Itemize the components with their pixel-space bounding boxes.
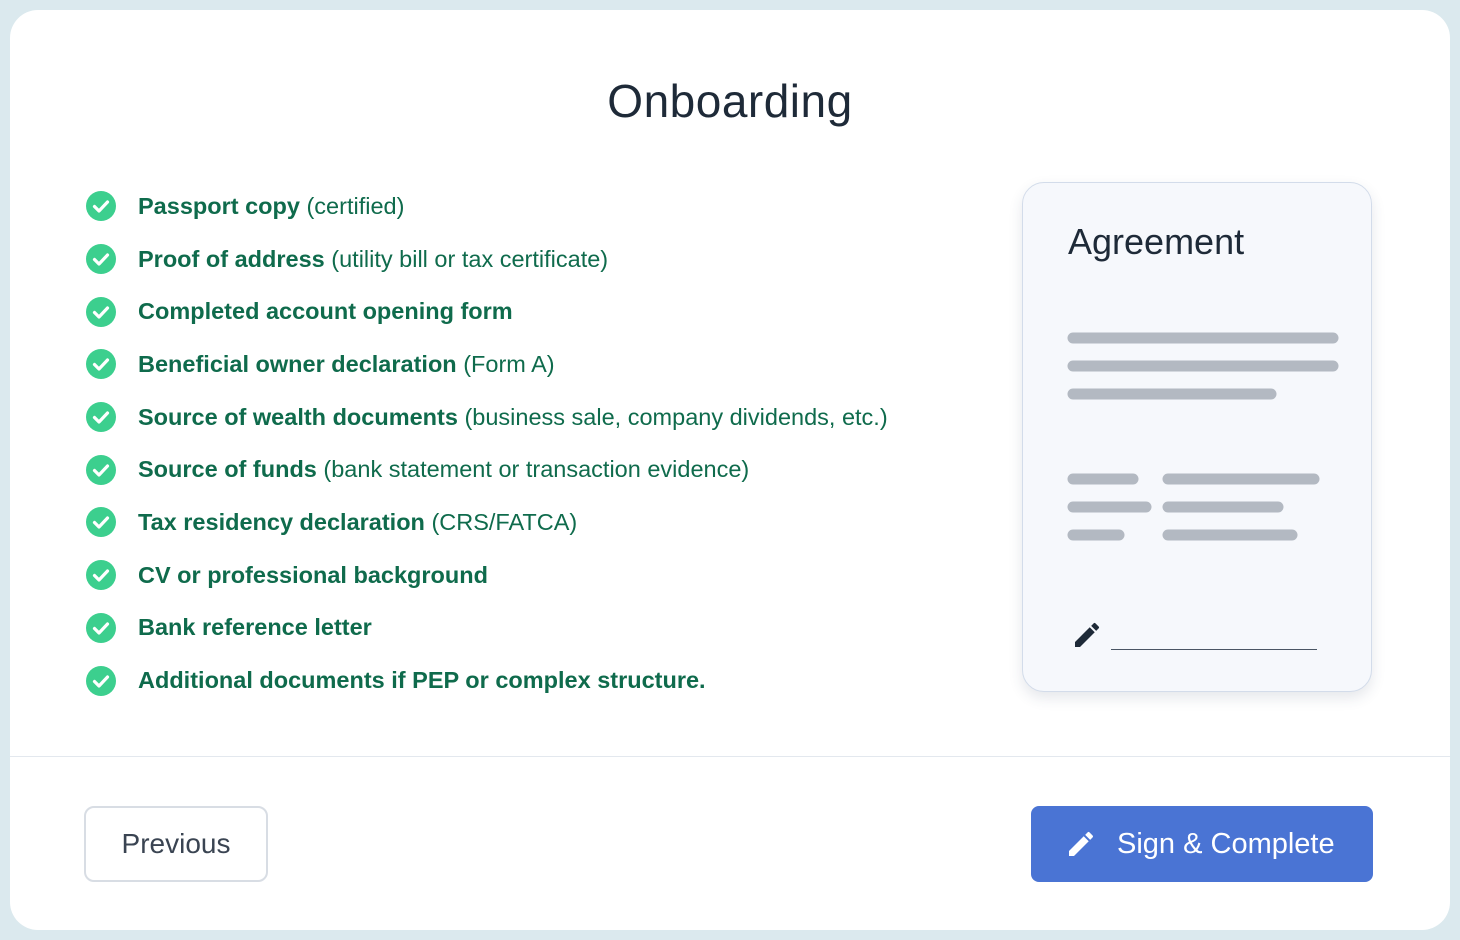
agreement-placeholder-lines (1067, 332, 1339, 541)
checklist-item-label: Completed account opening form (138, 298, 513, 325)
checklist-item-label: Tax residency declaration (138, 508, 425, 535)
checklist-item-label: Source of funds (138, 456, 317, 483)
signature-line[interactable] (1111, 649, 1317, 650)
check-circle-icon (86, 507, 116, 538)
check-circle-icon (86, 191, 116, 222)
agreement-preview: Agreement (1022, 182, 1372, 692)
check-circle-icon (86, 665, 116, 696)
checklist-item-note: (business sale, company dividends, etc.) (464, 403, 888, 430)
checklist-item-note: (certified) (306, 192, 405, 219)
checklist-item: Additional documents if PEP or complex s… (86, 654, 888, 707)
check-circle-icon (86, 560, 116, 591)
checklist-item-note: (bank statement or transaction evidence) (323, 456, 750, 483)
checklist-item: Source of wealth documents (business sal… (86, 391, 888, 444)
checklist-item-label: CV or professional background (138, 561, 488, 588)
checklist-item-label: Additional documents if PEP or complex s… (138, 667, 706, 694)
check-circle-icon (86, 402, 116, 433)
checklist-item-note: (utility bill or tax certificate) (331, 245, 609, 272)
check-circle-icon (86, 349, 116, 380)
pencil-icon (1075, 622, 1100, 647)
pencil-icon (1069, 831, 1094, 856)
check-circle-icon (86, 244, 116, 275)
check-circle-icon (86, 454, 116, 485)
previous-button[interactable]: Previous (84, 806, 268, 882)
page-title: Onboarding (607, 75, 853, 127)
check-circle-icon (86, 612, 116, 643)
checklist-item-note: (Form A) (463, 350, 555, 377)
checklist-item-label: Source of wealth documents (138, 403, 458, 430)
checklist-item-label: Bank reference letter (138, 614, 372, 641)
checklist-item: Passport copy (certified) (86, 180, 888, 233)
checklist-item-note: (CRS/FATCA) (431, 508, 578, 535)
footer-divider (10, 756, 1450, 757)
checklist-item: CV or professional background (86, 549, 888, 602)
checklist-item-label: Passport copy (138, 192, 300, 219)
sign-complete-button[interactable]: Sign & Complete (1031, 806, 1373, 882)
sign-complete-label: Sign & Complete (1117, 827, 1335, 860)
checklist-item: Beneficial owner declaration (Form A) (86, 338, 888, 391)
checklist-item: Source of funds (bank statement or trans… (86, 443, 888, 496)
document-checklist: Passport copy (certified) Proof of addre… (86, 180, 888, 707)
checklist-item: Tax residency declaration (CRS/FATCA) (86, 496, 888, 549)
checklist-item-label: Beneficial owner declaration (138, 350, 457, 377)
checklist-item: Completed account opening form (86, 285, 888, 338)
checklist-item: Proof of address (utility bill or tax ce… (86, 233, 888, 286)
onboarding-card: Onboarding Passport copy (certified) Pro… (10, 10, 1450, 930)
check-circle-icon (86, 296, 116, 327)
checklist-item-label: Proof of address (138, 245, 325, 272)
checklist-item: Bank reference letter (86, 602, 888, 655)
